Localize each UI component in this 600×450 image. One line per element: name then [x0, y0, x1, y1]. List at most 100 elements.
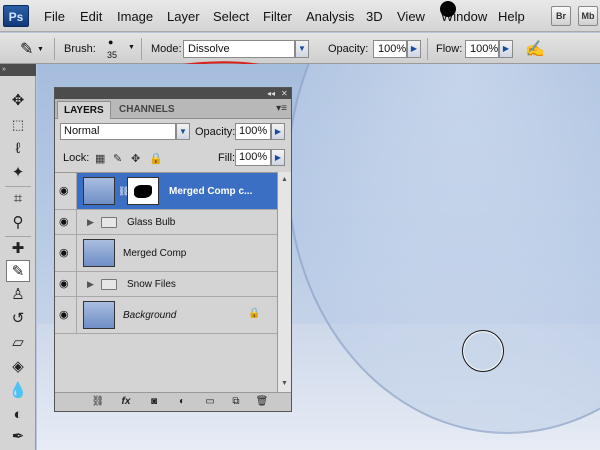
layer-name[interactable]: Background [123, 310, 176, 321]
toolbox-grip[interactable]: » [0, 64, 36, 76]
layer-row[interactable]: ◉ ⛓ Merged Comp c... [55, 173, 277, 210]
layer-thumbnail [83, 177, 115, 205]
blur-tool-icon[interactable]: 💧 [6, 380, 30, 402]
menu-3d[interactable]: 3D [366, 9, 383, 24]
crop-tool-icon[interactable]: ⌗ [6, 188, 30, 210]
layer-style-icon[interactable]: fx [117, 395, 135, 409]
layer-row[interactable]: ◉ ▶ Snow Files [55, 272, 277, 297]
delete-layer-icon[interactable]: 🗑 [253, 395, 271, 409]
menu-edit[interactable]: Edit [80, 9, 102, 24]
move-tool-icon[interactable]: ✥ [6, 90, 30, 112]
layer-thumbnail [83, 239, 115, 267]
healing-brush-tool-icon[interactable]: ✚ [6, 238, 30, 260]
opacity-label: Opacity: [328, 43, 369, 55]
paint-bucket-tool-icon[interactable]: ◈ [6, 356, 30, 378]
layer-opacity-input[interactable]: 100% [235, 123, 271, 140]
new-group-icon[interactable]: ▭ [201, 395, 219, 409]
layer-row[interactable]: ◉ Merged Comp [55, 235, 277, 272]
brush-picker-arrow-icon[interactable]: ▼ [128, 44, 135, 51]
tab-channels[interactable]: CHANNELS [113, 101, 181, 119]
flow-input[interactable]: 100% [465, 40, 499, 58]
divider [141, 38, 142, 60]
layer-thumbnail [83, 301, 115, 329]
lock-transparent-icon[interactable]: ▦ [95, 152, 105, 165]
mode-dropdown-arrow-icon[interactable]: ▼ [295, 40, 309, 58]
panel-menu-icon[interactable]: ▾≡ [276, 103, 287, 114]
menu-bar: Ps File Edit Image Layer Select Filter A… [0, 0, 600, 32]
pen-tool-icon[interactable]: ✒ [6, 426, 30, 448]
add-mask-icon[interactable]: ◙ [145, 395, 163, 409]
menu-file[interactable]: File [44, 9, 65, 24]
opacity-arrow-icon[interactable]: ▶ [407, 40, 421, 58]
menu-analysis[interactable]: Analysis [306, 9, 354, 24]
mode-select[interactable]: Dissolve [183, 40, 295, 58]
brush-label: Brush: [64, 43, 96, 55]
lock-icon: 🔒 [248, 308, 261, 319]
lock-all-icon[interactable]: 🔒 [149, 152, 163, 165]
bridge-button[interactable]: Br [551, 6, 571, 26]
tool-preset-arrow-icon[interactable]: ▼ [37, 46, 44, 53]
visibility-toggle[interactable]: ◉ [55, 297, 77, 333]
menu-help[interactable]: Help [498, 9, 525, 24]
visibility-toggle[interactable]: ◉ [55, 272, 77, 296]
opacity-input[interactable]: 100% [373, 40, 407, 58]
lock-image-icon[interactable]: ✎ [113, 152, 122, 165]
brush-tip-icon[interactable]: ● [108, 37, 113, 47]
mini-bridge-button[interactable]: Mb [578, 6, 598, 26]
layer-list: ◉ ⛓ Merged Comp c... ◉ ▶ Glass Bulb ◉ Me… [55, 172, 277, 392]
lock-position-icon[interactable]: ✥ [131, 152, 140, 165]
adjustment-layer-icon[interactable]: ◐ [173, 395, 191, 409]
menu-image[interactable]: Image [117, 9, 153, 24]
fill-input[interactable]: 100% [235, 149, 271, 166]
menu-select[interactable]: Select [213, 9, 249, 24]
fill-arrow-icon[interactable]: ▶ [271, 149, 285, 166]
brush-tool-icon[interactable]: ✎ [20, 39, 33, 59]
eye-icon: ◉ [59, 216, 69, 228]
panel-bottom-bar: ⛓ fx ◙ ◐ ▭ ⧉ 🗑 [55, 392, 291, 411]
brush-tool-icon[interactable]: ✎ [6, 260, 30, 282]
new-layer-icon[interactable]: ⧉ [227, 395, 245, 409]
marquee-tool-icon[interactable]: ⬚ [6, 114, 30, 136]
collapse-icon[interactable]: ◂◂ [267, 89, 275, 98]
link-layers-icon[interactable]: ⛓ [89, 395, 107, 409]
tab-layers[interactable]: LAYERS [57, 101, 111, 119]
layer-row[interactable]: ◉ Background 🔒 [55, 297, 277, 334]
visibility-toggle[interactable]: ◉ [55, 210, 77, 234]
expand-triangle-icon[interactable]: ▶ [87, 217, 94, 228]
toolbox: » ✥ ⬚ ℓ ✦ ⌗ ⚲ ✚ ✎ ♙ ↺ ▱ ◈ 💧 ◐ ✒ [0, 64, 36, 450]
history-brush-tool-icon[interactable]: ↺ [6, 308, 30, 330]
menu-layer[interactable]: Layer [167, 9, 200, 24]
layer-mask-thumbnail[interactable] [127, 177, 159, 205]
expand-triangle-icon[interactable]: ▶ [87, 279, 94, 290]
blend-mode-select[interactable]: Normal [60, 123, 176, 140]
layer-name[interactable]: Glass Bulb [127, 217, 175, 228]
airbrush-icon[interactable]: ✍ [525, 39, 545, 59]
lasso-tool-icon[interactable]: ℓ [6, 138, 30, 160]
folder-icon [101, 217, 117, 228]
layer-list-scrollbar[interactable]: ▲ ▼ [277, 172, 291, 392]
flow-arrow-icon[interactable]: ▶ [499, 40, 513, 58]
photoshop-logo[interactable]: Ps [3, 5, 29, 27]
layer-name[interactable]: Merged Comp [123, 248, 186, 259]
visibility-toggle[interactable]: ◉ [55, 235, 77, 271]
magic-wand-tool-icon[interactable]: ✦ [6, 162, 30, 184]
scroll-up-icon[interactable]: ▲ [279, 174, 290, 185]
dodge-tool-icon[interactable]: ◐ [6, 404, 30, 426]
layer-name[interactable]: Snow Files [127, 279, 176, 290]
brush-size: 35 [107, 50, 118, 60]
menu-view[interactable]: View [397, 9, 425, 24]
eraser-tool-icon[interactable]: ▱ [6, 332, 30, 354]
visibility-toggle[interactable]: ◉ [55, 173, 77, 209]
layer-name[interactable]: Merged Comp c... [169, 186, 252, 197]
blend-mode-arrow-icon[interactable]: ▼ [176, 123, 190, 140]
eyedropper-tool-icon[interactable]: ⚲ [6, 212, 30, 234]
layer-opacity-arrow-icon[interactable]: ▶ [271, 123, 285, 140]
clone-stamp-tool-icon[interactable]: ♙ [6, 284, 30, 306]
menu-filter[interactable]: Filter [263, 9, 292, 24]
close-icon[interactable]: ✕ [281, 89, 288, 98]
scroll-down-icon[interactable]: ▼ [279, 378, 290, 389]
panel-grip[interactable]: ◂◂ ✕ [55, 88, 291, 99]
layer-opacity-label: Opacity: [195, 126, 236, 138]
layer-row[interactable]: ◉ ▶ Glass Bulb [55, 210, 277, 235]
mask-shape [134, 185, 152, 198]
